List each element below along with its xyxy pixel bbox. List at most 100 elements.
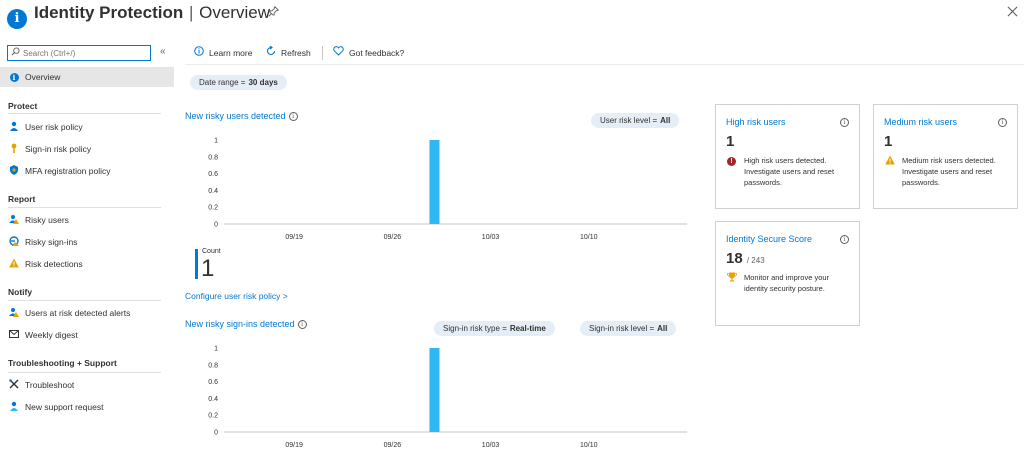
search-input[interactable] bbox=[23, 47, 148, 59]
feedback-button[interactable]: Got feedback? bbox=[333, 46, 404, 59]
card-title: Identity Secure Score bbox=[726, 234, 813, 244]
sidebar-item-risky-sign-ins[interactable]: Risky sign-ins bbox=[0, 232, 174, 252]
info-icon[interactable]: i bbox=[998, 118, 1007, 127]
x-tick-label: 09/19 bbox=[285, 442, 303, 449]
page-title-sub: Overview bbox=[199, 3, 270, 22]
risky-user-icon bbox=[8, 214, 20, 226]
y-tick-label: 0.2 bbox=[208, 205, 218, 212]
date-range-filter[interactable]: Date range = 30 days bbox=[190, 75, 287, 90]
section-divider bbox=[8, 372, 161, 373]
card-value: 18 / 243 bbox=[726, 250, 765, 267]
mail-icon bbox=[8, 330, 20, 340]
refresh-button[interactable]: Refresh bbox=[266, 45, 311, 59]
y-tick-label: 0.4 bbox=[208, 188, 218, 195]
section-divider bbox=[8, 300, 161, 301]
section-divider bbox=[8, 113, 161, 114]
collapse-sidebar-button[interactable]: « bbox=[160, 46, 166, 57]
section-divider bbox=[8, 207, 161, 208]
user-risk-level-filter[interactable]: User risk level = All bbox=[591, 113, 680, 128]
y-tick-label: 1 bbox=[214, 138, 218, 145]
sidebar-item-risky-users[interactable]: Risky users bbox=[0, 210, 174, 230]
x-tick-label: 10/03 bbox=[482, 234, 500, 241]
page-title: Identity Protection | Overview bbox=[34, 3, 270, 23]
section-notify: Notify bbox=[8, 287, 33, 297]
sidebar-item-troubleshoot[interactable]: Troubleshoot bbox=[0, 375, 174, 395]
user-icon bbox=[8, 121, 20, 133]
sidebar-item-label: Risky users bbox=[25, 215, 69, 225]
heart-icon bbox=[333, 46, 344, 59]
info-icon[interactable]: i bbox=[840, 235, 849, 244]
card-description: Medium risk users detected. Investigate … bbox=[902, 156, 996, 187]
y-tick-label: 0.6 bbox=[208, 171, 218, 178]
risky-sign-in-icon bbox=[8, 236, 20, 248]
sidebar-item-new-support-request[interactable]: New support request bbox=[0, 397, 174, 417]
info-icon: i bbox=[8, 72, 20, 82]
filter-value: All bbox=[657, 324, 668, 333]
refresh-icon bbox=[266, 45, 276, 59]
sidebar-item-users-at-risk-alerts[interactable]: Users at risk detected alerts bbox=[0, 303, 174, 323]
chart-title-text: New risky users detected bbox=[185, 111, 286, 121]
sidebar-item-mfa-registration-policy[interactable]: MFA registration policy bbox=[0, 161, 174, 181]
sidebar-item-label: Users at risk detected alerts bbox=[25, 308, 131, 318]
sidebar-item-overview[interactable]: i Overview bbox=[0, 67, 174, 87]
secure-score-total: / 243 bbox=[746, 256, 765, 265]
x-tick-label: 10/10 bbox=[580, 442, 598, 449]
wrench-icon bbox=[8, 379, 20, 391]
y-tick-label: 0.4 bbox=[208, 396, 218, 403]
y-tick-label: 0.2 bbox=[208, 413, 218, 420]
count-accent-bar bbox=[195, 249, 198, 279]
trophy-icon bbox=[727, 272, 737, 284]
feedback-label: Got feedback? bbox=[349, 47, 405, 58]
info-icon[interactable]: i bbox=[297, 320, 307, 330]
sidebar-item-user-risk-policy[interactable]: User risk policy bbox=[0, 117, 174, 137]
user-alert-icon bbox=[8, 307, 20, 319]
sidebar-item-label: Sign-in risk policy bbox=[25, 144, 92, 154]
chart-bar bbox=[429, 348, 440, 432]
search-box[interactable] bbox=[7, 45, 151, 61]
identity-protection-icon: i bbox=[7, 9, 27, 29]
sidebar-item-sign-in-risk-policy[interactable]: Sign-in risk policy bbox=[0, 139, 174, 159]
sidebar-item-label: Risk detections bbox=[25, 259, 83, 269]
refresh-label: Refresh bbox=[281, 47, 311, 58]
identity-secure-score-card[interactable]: Identity Secure Score i 18 / 243 Monitor… bbox=[715, 221, 860, 326]
configure-user-risk-policy-link[interactable]: Configure user risk policy > bbox=[185, 291, 288, 301]
toolbar-divider bbox=[185, 64, 1024, 65]
warning-icon bbox=[8, 258, 20, 270]
sidebar-item-risk-detections[interactable]: Risk detections bbox=[0, 254, 174, 274]
sidebar-item-label: Troubleshoot bbox=[25, 380, 75, 390]
x-tick-label: 09/19 bbox=[285, 234, 303, 241]
high-risk-users-card[interactable]: High risk users i 1 ! High risk users de… bbox=[715, 104, 860, 209]
filter-label: Sign-in risk type = bbox=[443, 324, 507, 333]
y-tick-label: 0 bbox=[214, 430, 218, 437]
learn-more-button[interactable]: Learn more bbox=[194, 46, 252, 59]
x-tick-label: 10/03 bbox=[482, 442, 500, 449]
risky-sign-ins-chart: 1 0.8 0.6 0.4 0.2 0 09/19 09/26 10/03 10/10 bbox=[208, 346, 687, 449]
shield-icon bbox=[8, 165, 20, 177]
x-tick-label: 09/26 bbox=[384, 234, 402, 241]
sidebar-item-weekly-digest[interactable]: Weekly digest bbox=[0, 325, 174, 345]
key-icon bbox=[8, 143, 20, 155]
warning-icon bbox=[885, 155, 895, 167]
sign-in-risk-type-filter[interactable]: Sign-in risk type = Real-time bbox=[434, 321, 555, 336]
risky-users-chart-title[interactable]: New risky users detected i bbox=[185, 111, 298, 122]
info-icon[interactable]: i bbox=[840, 118, 849, 127]
risky-users-chart: 1 0.8 0.6 0.4 0.2 0 09/19 09/26 10/03 10/10 bbox=[208, 138, 687, 241]
pin-icon[interactable] bbox=[268, 5, 280, 20]
risky-sign-ins-chart-title[interactable]: New risky sign-ins detected i bbox=[185, 319, 307, 330]
card-title: Medium risk users bbox=[884, 117, 958, 127]
info-icon[interactable]: i bbox=[288, 112, 298, 122]
section-report: Report bbox=[8, 194, 36, 204]
count-value: 1 bbox=[201, 255, 215, 282]
card-title: High risk users bbox=[726, 117, 786, 127]
error-icon: ! bbox=[727, 155, 736, 166]
count-label: Count bbox=[202, 248, 221, 255]
y-tick-label: 1 bbox=[214, 346, 218, 353]
sidebar-item-label: Weekly digest bbox=[25, 330, 78, 340]
medium-risk-users-card[interactable]: Medium risk users i 1 Medium risk users … bbox=[873, 104, 1018, 209]
filter-value: All bbox=[660, 116, 671, 125]
y-tick-label: 0.8 bbox=[208, 362, 218, 369]
section-protect: Protect bbox=[8, 101, 38, 111]
sign-in-risk-level-filter[interactable]: Sign-in risk level = All bbox=[580, 321, 677, 336]
close-icon[interactable] bbox=[1007, 4, 1018, 20]
chart-title-text: New risky sign-ins detected bbox=[185, 319, 295, 329]
